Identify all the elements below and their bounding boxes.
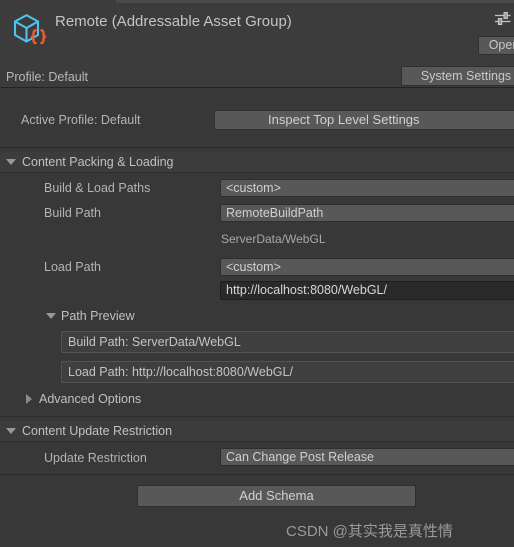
inspector-header: Remote (Addressable Asset Group) Open Pr… bbox=[0, 3, 514, 88]
profile-label: Profile: Default bbox=[6, 70, 88, 84]
path-preview-chevron-down-icon[interactable] bbox=[46, 313, 56, 319]
update-restriction-dropdown[interactable]: Can Change Post Release bbox=[220, 448, 514, 466]
divider-above-content-update bbox=[0, 416, 514, 417]
addressable-asset-group-icon bbox=[8, 8, 52, 52]
inspect-top-level-settings-button[interactable]: Inspect Top Level Settings bbox=[214, 110, 514, 130]
add-schema-button[interactable]: Add Schema bbox=[137, 485, 416, 507]
load-path-url-input[interactable]: http://localhost:8080/WebGL/ bbox=[220, 281, 514, 300]
build-path-label: Build Path bbox=[44, 206, 101, 220]
advanced-options-title[interactable]: Advanced Options bbox=[39, 392, 141, 406]
load-path-dropdown[interactable]: <custom> bbox=[220, 258, 514, 276]
section-content-update-title: Content Update Restriction bbox=[22, 424, 173, 438]
chevron-down-icon[interactable] bbox=[6, 159, 16, 165]
advanced-options-chevron-right-icon[interactable] bbox=[26, 394, 32, 404]
content-update-chevron-down-icon[interactable] bbox=[6, 428, 16, 434]
build-load-paths-label: Build & Load Paths bbox=[44, 181, 151, 195]
build-path-dropdown[interactable]: RemoteBuildPath bbox=[220, 204, 514, 222]
watermark: CSDN @其实我是真性情 bbox=[286, 523, 453, 540]
update-restriction-label: Update Restriction bbox=[44, 451, 147, 465]
build-path-helper-text: ServerData/WebGL bbox=[221, 232, 326, 246]
unity-inspector-panel: Remote (Addressable Asset Group) Open Pr… bbox=[0, 0, 514, 547]
load-path-label: Load Path bbox=[44, 260, 101, 274]
load-path-preview: Load Path: http://localhost:8080/WebGL/ bbox=[61, 361, 514, 383]
section-content-packing-title: Content Packing & Loading bbox=[22, 155, 174, 169]
active-profile-label: Active Profile: Default bbox=[21, 113, 141, 127]
divider-above-add-schema bbox=[0, 474, 514, 475]
open-button[interactable]: Open bbox=[478, 36, 514, 55]
system-settings-button[interactable]: System Settings bbox=[401, 66, 514, 86]
page-title: Remote (Addressable Asset Group) bbox=[55, 13, 292, 30]
sliders-settings-icon[interactable] bbox=[494, 11, 511, 26]
path-preview-title[interactable]: Path Preview bbox=[61, 309, 135, 323]
build-path-preview: Build Path: ServerData/WebGL bbox=[61, 331, 514, 353]
build-load-paths-dropdown[interactable]: <custom> bbox=[220, 179, 514, 197]
